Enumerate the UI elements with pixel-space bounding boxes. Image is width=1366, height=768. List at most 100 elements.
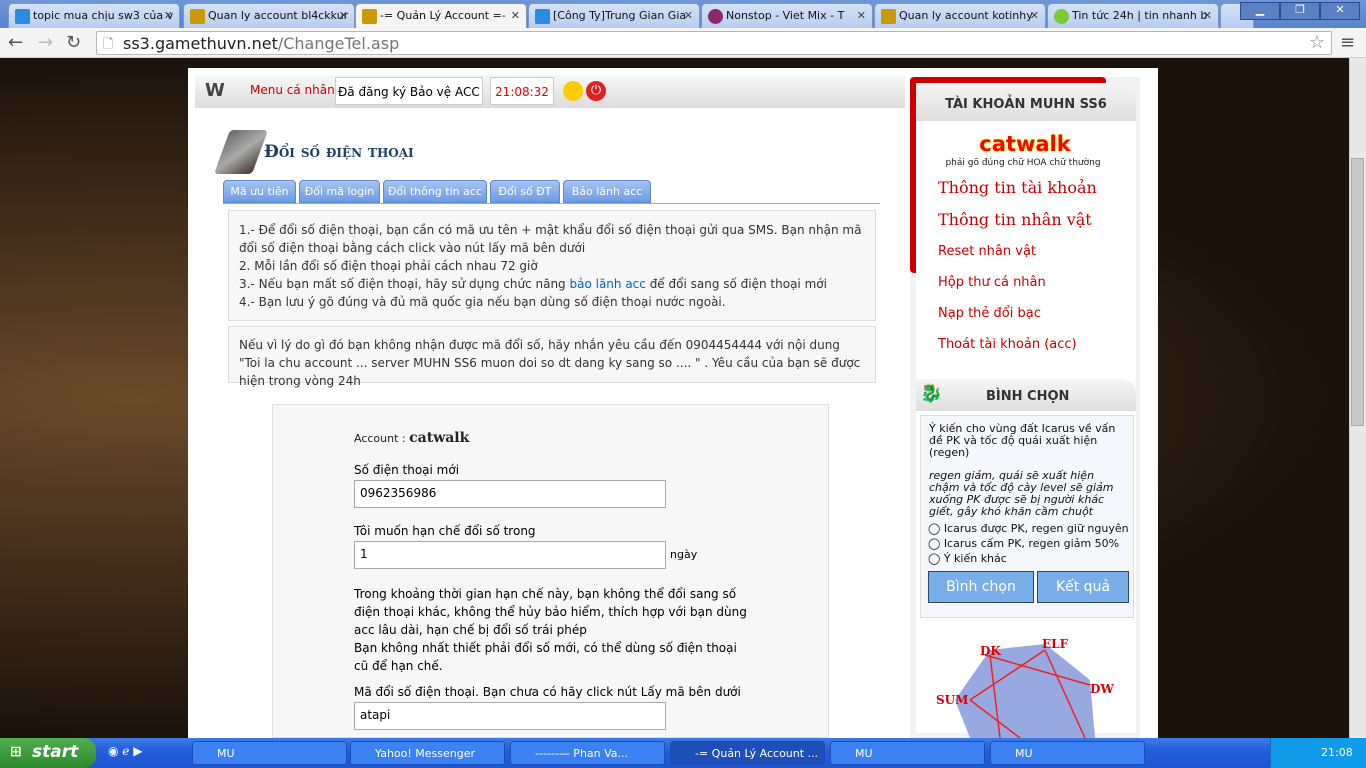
browser-tab[interactable]: [Công Ty]Trung Gian Gia ✕ (528, 3, 700, 28)
taskbar-item[interactable]: Yahoo! Messenger (350, 741, 505, 765)
mailbox-link[interactable]: Hộp thư cá nhân (938, 275, 1046, 290)
close-icon[interactable]: ✕ (1030, 9, 1039, 22)
top-up-link[interactable]: Nạp thẻ đổi bạc (938, 306, 1041, 321)
top-user-bar: W Menu cá nhân Đã đăng ký Bảo vệ ACC🔒 21… (195, 75, 905, 108)
browser-tab[interactable]: Quan ly account kotinhy ✕ (874, 3, 1046, 28)
taskbar-item-label: ------— Phan Va... (535, 747, 629, 760)
lock-icon: 🔒 (480, 85, 482, 99)
poll-option-label: Icarus được PK, regen giữ nguyên (943, 522, 1129, 535)
change-code-input[interactable]: atapi (354, 702, 666, 730)
taskbar-item[interactable]: ------— Phan Va... (510, 741, 665, 765)
menu-icon[interactable]: ≡ (1340, 32, 1355, 53)
note-3-text: 3.- Nếu bạn mất số điện thoại, hãy sử dụ… (239, 277, 570, 291)
class-diagram: DK ELF DW SUM (936, 637, 1114, 738)
address-bar[interactable]: 🗋 ss3.gamethuvn.net/ChangeTel.asp ☆ (96, 31, 1332, 55)
tab-title: Nonstop - Viet Mix - T (726, 9, 845, 22)
close-icon[interactable]: ✕ (684, 9, 693, 22)
days-unit: ngày (670, 548, 698, 561)
close-icon[interactable]: ✕ (857, 9, 866, 22)
start-label: start (32, 742, 79, 762)
poll-option-label: Ý kiến khác (943, 552, 1007, 565)
tab-change-info[interactable]: Đổi thông tin acc (383, 180, 487, 203)
browser-tab-strip: topic mua chịu sw3 của v ✕ Quan ly accoun… (0, 0, 1366, 28)
url-host: ss3.gamethuvn.net (123, 34, 278, 53)
reload-icon[interactable]: ↻ (66, 32, 81, 53)
tab-guarantee[interactable]: Bảo lãnh acc (563, 180, 651, 203)
google-g-icon (15, 9, 30, 24)
note-3-text-end: để đổi sang số điện thoại mới (645, 277, 827, 291)
poll-title: BÌNH CHỌN (986, 389, 1070, 404)
close-icon[interactable]: ✕ (1203, 9, 1212, 22)
tab-title: Quan ly account kotinhy (899, 9, 1033, 22)
windows-logo-icon: ⊞ (10, 744, 22, 760)
window-controls: ▁ ❐ ✕ (1240, 2, 1360, 20)
account-info-link[interactable]: Thông tin tài khoản (938, 178, 1097, 197)
guarantee-link[interactable]: bảo lãnh acc (569, 277, 645, 291)
protection-status: Đã đăng ký Bảo vệ ACC🔒 (335, 77, 483, 105)
taskbar-item[interactable]: MU (990, 741, 1145, 765)
limit-desc-2: Bạn không nhất thiết phải đổi số mới, có… (354, 641, 737, 673)
tab-change-login[interactable]: Đổi mã login (299, 180, 380, 203)
browser-tab[interactable]: Nonstop - Viet Mix - T ✕ (701, 3, 873, 28)
taskbar-item-label: -= Quản Lý Account ... (695, 747, 819, 760)
power-icon[interactable]: ⏻ (586, 81, 606, 101)
taskbar-item-label: MU (855, 747, 873, 760)
yahoo-icon[interactable] (563, 81, 583, 101)
tab-priority-code[interactable]: Mã ưu tiên (223, 180, 296, 203)
close-window-icon[interactable]: ✕ (1320, 2, 1360, 20)
close-icon[interactable]: ✕ (511, 9, 520, 22)
mu-logo-icon (190, 9, 205, 24)
tab-title: Tin tức 24h | tin nhanh b (1072, 9, 1208, 22)
dragon-icon: 🐉 (920, 383, 943, 404)
mix-icon (708, 9, 723, 24)
poll-question: Ý kiến cho vùng đất Icarus về vấn đề PK … (929, 422, 1116, 459)
logout-link[interactable]: Thoát tài khoản (acc) (938, 337, 1077, 352)
new-phone-input[interactable]: 0962356986 (354, 480, 666, 508)
page-icon: 🗋 (103, 37, 114, 52)
taskbar-item[interactable]: MU (192, 741, 347, 765)
browser-tab[interactable]: topic mua chịu sw3 của v ✕ (8, 3, 180, 28)
taskbar-item-label: MU (217, 747, 235, 760)
taskbar-item-active[interactable]: -= Quản Lý Account ... (670, 741, 825, 765)
site-logo: W (205, 80, 225, 101)
start-button[interactable]: ⊞ start (0, 738, 96, 768)
poll-option[interactable]: ◯ Ý kiến khác (928, 551, 1134, 566)
restore-icon[interactable]: ❐ (1280, 2, 1320, 20)
star-icon[interactable]: ☆ (1309, 32, 1325, 53)
browser-tab[interactable]: Quan ly account bl4ckkur ✕ (183, 3, 355, 28)
tab-title: [Công Ty]Trung Gian Gia (553, 9, 687, 22)
tab-title: -= Quản Lý Account =- (380, 9, 506, 22)
tab-change-phone[interactable]: Đổi số ĐT (490, 180, 560, 203)
quicklaunch-icons[interactable]: ◉ ℯ ▶ (108, 744, 142, 758)
url-path: /ChangeTel.asp (277, 34, 400, 53)
forward-icon[interactable]: → (38, 32, 53, 53)
close-icon[interactable]: ✕ (164, 9, 173, 22)
account-header: TÀI KHOẢN MUHN SS6 (916, 83, 1136, 121)
note-1: 1.- Để đổi số điện thoại, bạn cần có mã … (239, 223, 862, 255)
browser-tab-active[interactable]: -= Quản Lý Account =- ✕ (355, 3, 527, 28)
personal-menu-link[interactable]: Menu cá nhân (250, 83, 335, 97)
clock: 21:08:32 (490, 77, 554, 105)
poll-option[interactable]: ◯ Icarus cấm PK, regen giảm 50% (928, 536, 1134, 551)
scrollbar-thumb[interactable] (1351, 158, 1364, 426)
results-button[interactable]: Kết quả (1037, 571, 1129, 603)
poll-option[interactable]: ◯ Icarus được PK, regen giữ nguyên (928, 521, 1134, 536)
reset-character-link[interactable]: Reset nhân vật (938, 244, 1036, 259)
taskbar-item[interactable]: MU (830, 741, 985, 765)
protection-status-text: Đã đăng ký Bảo vệ ACC (338, 85, 480, 99)
poll-note: regen giảm, quái sẽ xuất hiện chậm và tố… (929, 469, 1114, 518)
back-icon[interactable]: ← (8, 32, 23, 53)
minimize-icon[interactable]: ▁ (1240, 2, 1280, 20)
close-icon[interactable]: ✕ (339, 9, 348, 22)
label-dk: DK (980, 644, 1001, 658)
tab-title: Quan ly account bl4ckkur (208, 9, 349, 22)
limit-description: Trong khoảng thời gian hạn chế này, bạn … (354, 585, 754, 675)
browser-tab[interactable]: Tin tức 24h | tin nhanh b ✕ (1047, 3, 1219, 28)
label-sum: SUM (936, 693, 968, 707)
vote-button[interactable]: Bình chọn (928, 571, 1034, 603)
system-tray: 21:08 (1270, 738, 1366, 768)
limit-days-input[interactable]: 1 (354, 541, 666, 569)
character-info-link[interactable]: Thông tin nhân vật (938, 210, 1092, 229)
instructions-box: 1.- Để đổi số điện thoại, bạn cần có mã … (228, 210, 876, 321)
browser-toolbar: ← → ↻ 🗋 ss3.gamethuvn.net/ChangeTel.asp ☆ … (0, 28, 1366, 58)
